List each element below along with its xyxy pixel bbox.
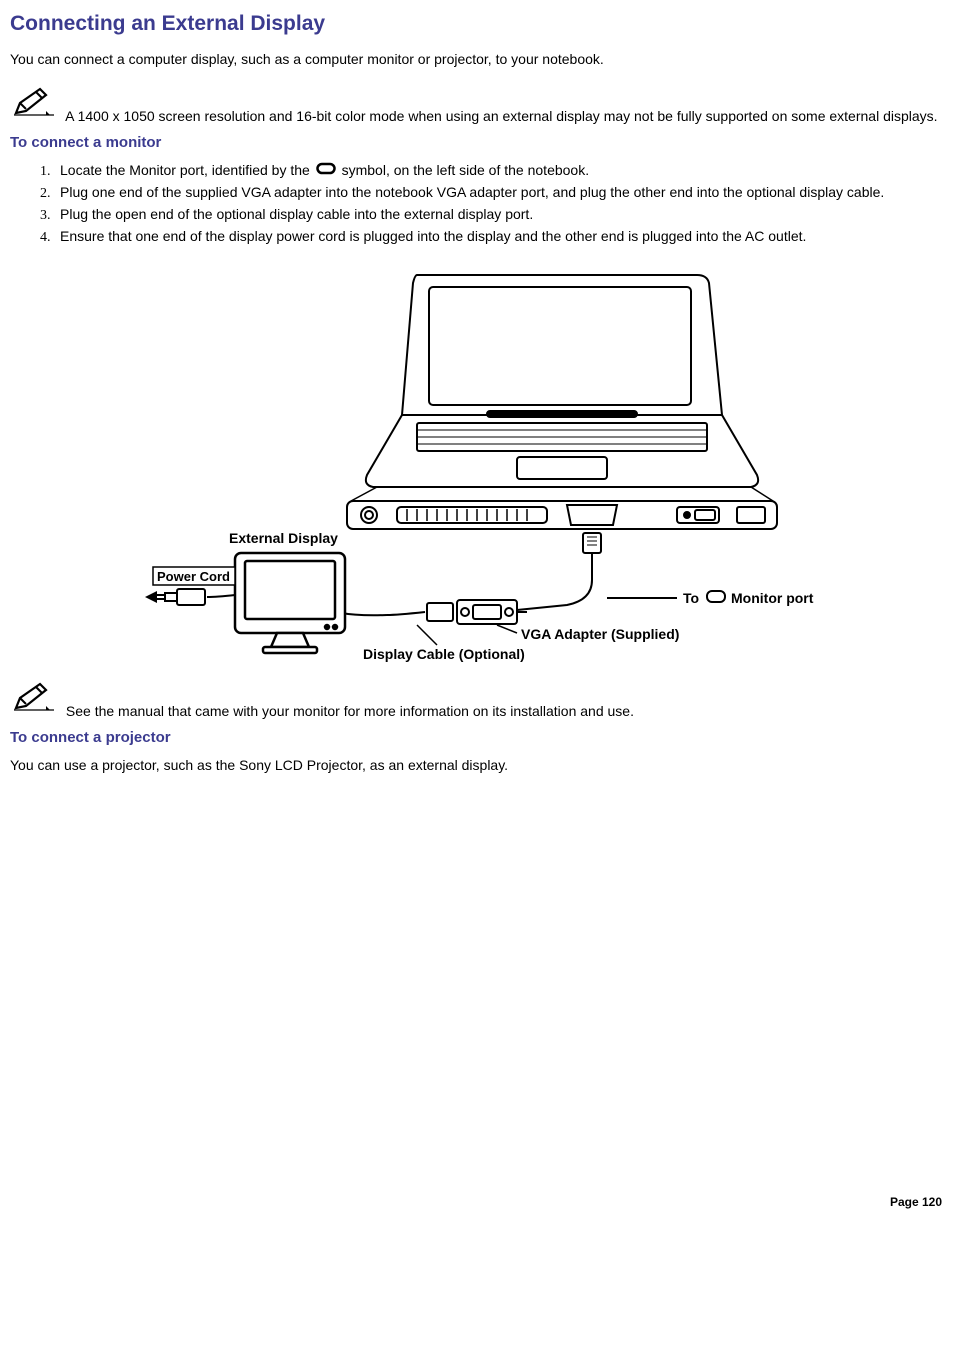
svg-text:To: To xyxy=(683,590,699,606)
note-manual: See the manual that came with your monit… xyxy=(10,680,944,721)
fig-label-vga-adapter: VGA Adapter (Supplied) xyxy=(521,626,679,642)
pencil-note-icon xyxy=(10,680,58,719)
step-2: Plug one end of the supplied VGA adapter… xyxy=(54,183,944,203)
page-number: Page 120 xyxy=(10,1195,944,1209)
note-manual-text: See the manual that came with your monit… xyxy=(66,703,634,719)
step-1-text-a: Locate the Monitor port, identified by t… xyxy=(60,162,314,178)
figure-external-display: External Display Power Cord To Monitor p… xyxy=(10,265,944,668)
heading-connect-projector: To connect a projector xyxy=(10,729,944,746)
note-resolution: A 1400 x 1050 screen resolution and 16-b… xyxy=(10,85,944,126)
intro-paragraph: You can connect a computer display, such… xyxy=(10,50,944,69)
page-title: Connecting an External Display xyxy=(10,12,944,36)
note-resolution-text: A 1400 x 1050 screen resolution and 16-b… xyxy=(65,108,937,124)
step-3: Plug the open end of the optional displa… xyxy=(54,205,944,225)
fig-label-monitor-port: Monitor port xyxy=(731,590,814,606)
step-1-text-b: symbol, on the left side of the notebook… xyxy=(342,162,590,178)
fig-label-display-cable: Display Cable (Optional) xyxy=(363,646,525,662)
step-1: Locate the Monitor port, identified by t… xyxy=(54,161,944,181)
fig-label-power-cord: Power Cord xyxy=(157,569,230,584)
pencil-note-icon xyxy=(10,85,58,124)
projector-paragraph: You can use a projector, such as the Son… xyxy=(10,756,944,775)
steps-list: Locate the Monitor port, identified by t… xyxy=(10,161,944,248)
step-4: Ensure that one end of the display power… xyxy=(54,227,944,247)
heading-connect-monitor: To connect a monitor xyxy=(10,134,944,151)
monitor-port-icon xyxy=(316,162,336,180)
fig-label-external-display: External Display xyxy=(229,530,338,546)
fig-label-to: To xyxy=(683,590,699,606)
